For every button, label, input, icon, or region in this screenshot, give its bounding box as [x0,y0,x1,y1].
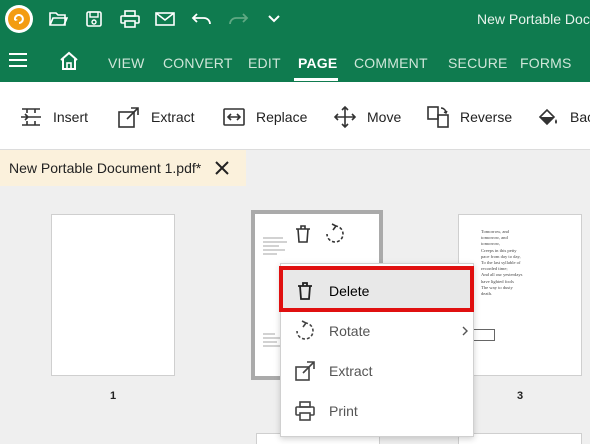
page-toolbar: Insert Extract Replace Move Reverse Bac [0,82,590,150]
context-delete-label: Delete [329,283,370,299]
move-label: Move [367,109,402,125]
insert-icon [21,108,41,126]
menu-bar: VIEW CONVERT EDIT PAGE COMMENT SECURE FO… [0,38,590,82]
paint-bucket-icon [538,108,557,126]
extract-icon [118,107,139,128]
document-tab[interactable]: New Portable Document 1.pdf* [0,150,246,186]
menu-view[interactable]: VIEW [108,55,145,71]
insert-label: Insert [53,109,89,125]
context-print-label: Print [329,403,358,419]
replace-icon [223,108,245,126]
rotate-icon[interactable] [324,223,346,245]
context-rotate-label: Rotate [329,323,371,339]
active-tab-underline [294,78,338,81]
page-3-box [473,329,495,341]
page-3-text: Tomorrow, and tomorrow, and tomorrow, Cr… [481,229,523,297]
delete-icon [298,282,312,300]
page-thumbnail-1[interactable] [51,214,175,376]
menu-forms[interactable]: FORMS [520,55,572,71]
home-icon[interactable] [58,50,80,72]
menu-page[interactable]: PAGE [298,55,337,71]
page-thumbnail-6[interactable] [458,433,582,444]
replace-button[interactable]: Replace [222,104,307,130]
move-button[interactable]: Move [333,104,401,130]
page-number-3: 3 [517,390,524,402]
redo-icon[interactable] [226,7,250,31]
title-bar: New Portable Docu [0,0,590,38]
reverse-button[interactable]: Reverse [426,104,512,130]
context-extract-label: Extract [329,363,373,379]
reverse-label: Reverse [460,109,513,125]
page-thumbnail-3[interactable]: Tomorrow, and tomorrow, and tomorrow, Cr… [458,214,582,376]
menu-secure[interactable]: SECURE [448,55,508,71]
replace-label: Replace [256,109,308,125]
email-icon[interactable] [153,7,177,31]
extract-label: Extract [151,109,195,125]
context-rotate-item[interactable]: Rotate [280,311,474,351]
context-print-item[interactable]: Print [280,391,474,431]
save-icon[interactable] [82,7,106,31]
document-tab-label: New Portable Document 1.pdf* [9,160,202,176]
rotate-icon [296,320,314,340]
background-button[interactable]: Bac [536,104,590,130]
chevron-down-icon[interactable] [262,7,286,31]
move-icon [333,105,357,129]
hamburger-menu-icon[interactable] [8,50,28,70]
reverse-icon [427,106,449,128]
chevron-right-icon [462,326,468,336]
print-icon [295,401,315,421]
insert-button[interactable]: Insert [19,104,88,130]
window-title: New Portable Docu [477,11,590,27]
page-number-1: 1 [110,390,117,402]
extract-icon [295,361,315,381]
app-logo-icon[interactable] [5,5,33,33]
menu-edit[interactable]: EDIT [248,55,281,71]
undo-icon[interactable] [190,7,214,31]
menu-comment[interactable]: COMMENT [354,55,428,71]
extract-button[interactable]: Extract [117,104,195,130]
close-icon[interactable] [213,159,231,177]
delete-icon[interactable] [293,224,313,244]
print-icon[interactable] [118,7,142,31]
context-extract-item[interactable]: Extract [280,351,474,391]
menu-convert[interactable]: CONVERT [163,55,233,71]
background-label: Bac [570,109,590,125]
open-folder-icon[interactable] [46,7,70,31]
context-delete-item[interactable]: Delete [280,271,474,311]
